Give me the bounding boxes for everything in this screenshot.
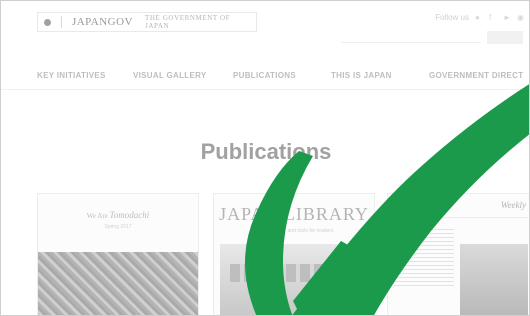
bookshelf-image <box>230 264 360 282</box>
main-nav: KEY INITIATIVES VISUAL GALLERY PUBLICATI… <box>1 67 529 87</box>
logo-divider <box>60 16 62 28</box>
tomodachi-subtitle: Spring 2017 <box>104 224 132 230</box>
publication-card-weekly[interactable]: Weekly <box>387 193 529 315</box>
weekly-title: Weekly <box>500 200 526 210</box>
nav-divider <box>1 89 529 90</box>
site-header: JAPANGOV THE GOVERNMENT OF JAPAN Follow … <box>1 1 529 51</box>
youtube-icon[interactable]: ► <box>503 13 511 22</box>
logo-subtitle: THE GOVERNMENT OF JAPAN <box>145 14 231 30</box>
tomodachi-title: We Are Tomodachi <box>38 210 198 220</box>
weekly-cover-photo <box>460 244 528 315</box>
nav-item-this-is-japan[interactable]: THIS IS JAPAN <box>331 71 392 80</box>
tomodachi-cover-photo <box>38 252 198 315</box>
grayed-page: JAPANGOV THE GOVERNMENT OF JAPAN Follow … <box>1 1 529 315</box>
logo-text: JAPANGOV <box>71 16 134 28</box>
follow-label: Follow us <box>435 13 469 22</box>
nav-item-key-initiatives[interactable]: KEY INITIATIVES <box>37 71 106 80</box>
site-logo[interactable]: JAPANGOV THE GOVERNMENT OF JAPAN <box>37 12 257 32</box>
nav-item-government-direct[interactable]: GOVERNMENT DIRECT <box>429 71 523 80</box>
publication-card-tomodachi[interactable]: We Are Tomodachi Spring 2017 <box>37 193 199 315</box>
follow-us: Follow us ● f ► ◉ <box>435 13 525 22</box>
rss-icon[interactable]: ◉ <box>517 13 525 22</box>
screenshot-frame: JAPANGOV THE GOVERNMENT OF JAPAN Follow … <box>0 0 530 316</box>
tomodachi-title-main: Tomodachi <box>109 210 150 220</box>
nav-item-publications[interactable]: PUBLICATIONS <box>233 71 296 80</box>
search-input[interactable] <box>341 31 481 43</box>
publication-card-library[interactable]: JAPAN LIBRARY Books, media, and tools fo… <box>213 193 375 315</box>
twitter-icon[interactable]: ● <box>475 13 483 22</box>
facebook-icon[interactable]: f <box>489 13 497 22</box>
tomodachi-title-prefix: We Are <box>86 212 108 220</box>
library-title: JAPAN LIBRARY <box>219 204 369 224</box>
library-subtitle: Books, media, and tools for readers <box>254 228 334 234</box>
weekly-text-block <box>394 226 454 286</box>
library-cover-photo <box>220 244 370 315</box>
logo-dot-icon <box>44 18 51 26</box>
nav-item-visual-gallery[interactable]: VISUAL GALLERY <box>133 71 207 80</box>
search-button[interactable] <box>487 31 523 44</box>
page-title: Publications <box>200 139 332 164</box>
